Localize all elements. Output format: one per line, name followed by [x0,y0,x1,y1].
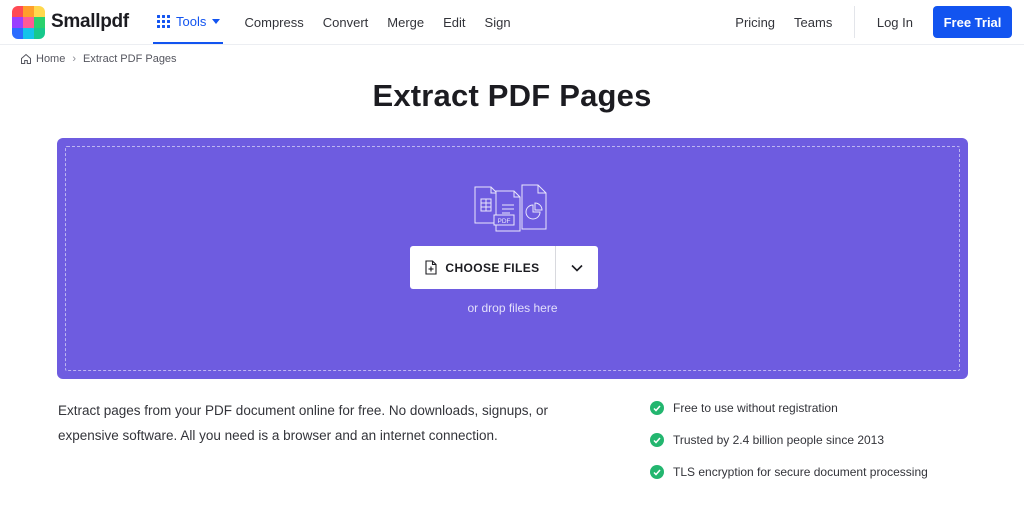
file-plus-icon [425,260,437,275]
nav-compress[interactable]: Compress [235,0,313,44]
feature-list: Free to use without registration Trusted… [650,397,928,493]
nav-convert[interactable]: Convert [313,0,378,44]
nav-right: Pricing Teams Log In Free Trial [726,0,1012,44]
file-dropzone[interactable]: PDF CHOOSE FILES or drop files here [57,138,968,379]
illustration-badge-text: PDF [498,218,511,225]
nav-divider [853,6,855,38]
feature-item: Free to use without registration [650,397,928,419]
nav-merge[interactable]: Merge [378,0,434,44]
login-link[interactable]: Log In [869,15,933,30]
logo-tile [12,5,23,17]
logo-tile [23,5,34,17]
feature-item: Trusted by 2.4 billion people since 2013 [650,429,928,451]
logo-tile [34,5,45,17]
main-nav: Tools Compress Convert Merge Edit Sign [153,0,520,44]
logo-tile [12,27,23,39]
nav-tools-label: Tools [176,13,207,29]
top-navbar: Smallpdf Tools Compress Convert Merge Ed… [0,0,1024,45]
check-circle-icon [650,401,664,415]
free-trial-button[interactable]: Free Trial [933,6,1012,38]
nav-edit[interactable]: Edit [434,0,475,44]
upload-source-dropdown[interactable] [556,246,598,289]
breadcrumb-home[interactable]: Home [36,53,65,65]
feature-text: Free to use without registration [673,401,838,415]
tool-description: Extract pages from your PDF document onl… [58,403,548,443]
smallpdf-logo-mark [12,5,45,39]
logo-tile [23,16,34,28]
page-title: Extract PDF Pages [372,78,652,113]
nav-teams[interactable]: Teams [785,0,842,44]
choose-files-label: CHOOSE FILES [445,260,540,275]
home-icon [21,53,31,64]
smallpdf-logo[interactable]: Smallpdf [12,5,129,39]
feature-text: TLS encryption for secure document proce… [673,465,928,479]
caret-down-icon [212,18,221,24]
feature-text: Trusted by 2.4 billion people since 2013 [673,433,885,447]
breadcrumb-separator: › [72,53,77,65]
logo-tile [34,16,45,28]
breadcrumb-current: Extract PDF Pages [83,53,177,65]
choose-files-button[interactable]: CHOOSE FILES [410,246,555,289]
logo-tile [23,27,34,39]
drop-hint: or drop files here [467,301,558,315]
brand-name: Smallpdf [51,11,129,32]
grid-icon [157,14,170,28]
nav-tools-menu[interactable]: Tools [153,0,223,44]
logo-tile [12,16,23,28]
check-circle-icon [650,465,664,479]
chevron-down-icon [571,264,583,272]
choose-files-control: CHOOSE FILES [410,246,598,289]
breadcrumb: Home › Extract PDF Pages [20,53,177,65]
documents-illustration: PDF [474,184,547,232]
nav-pricing[interactable]: Pricing [726,0,785,44]
feature-item: TLS encryption for secure document proce… [650,461,928,483]
nav-sign[interactable]: Sign [475,0,520,44]
check-circle-icon [650,433,664,447]
logo-tile [34,27,45,39]
